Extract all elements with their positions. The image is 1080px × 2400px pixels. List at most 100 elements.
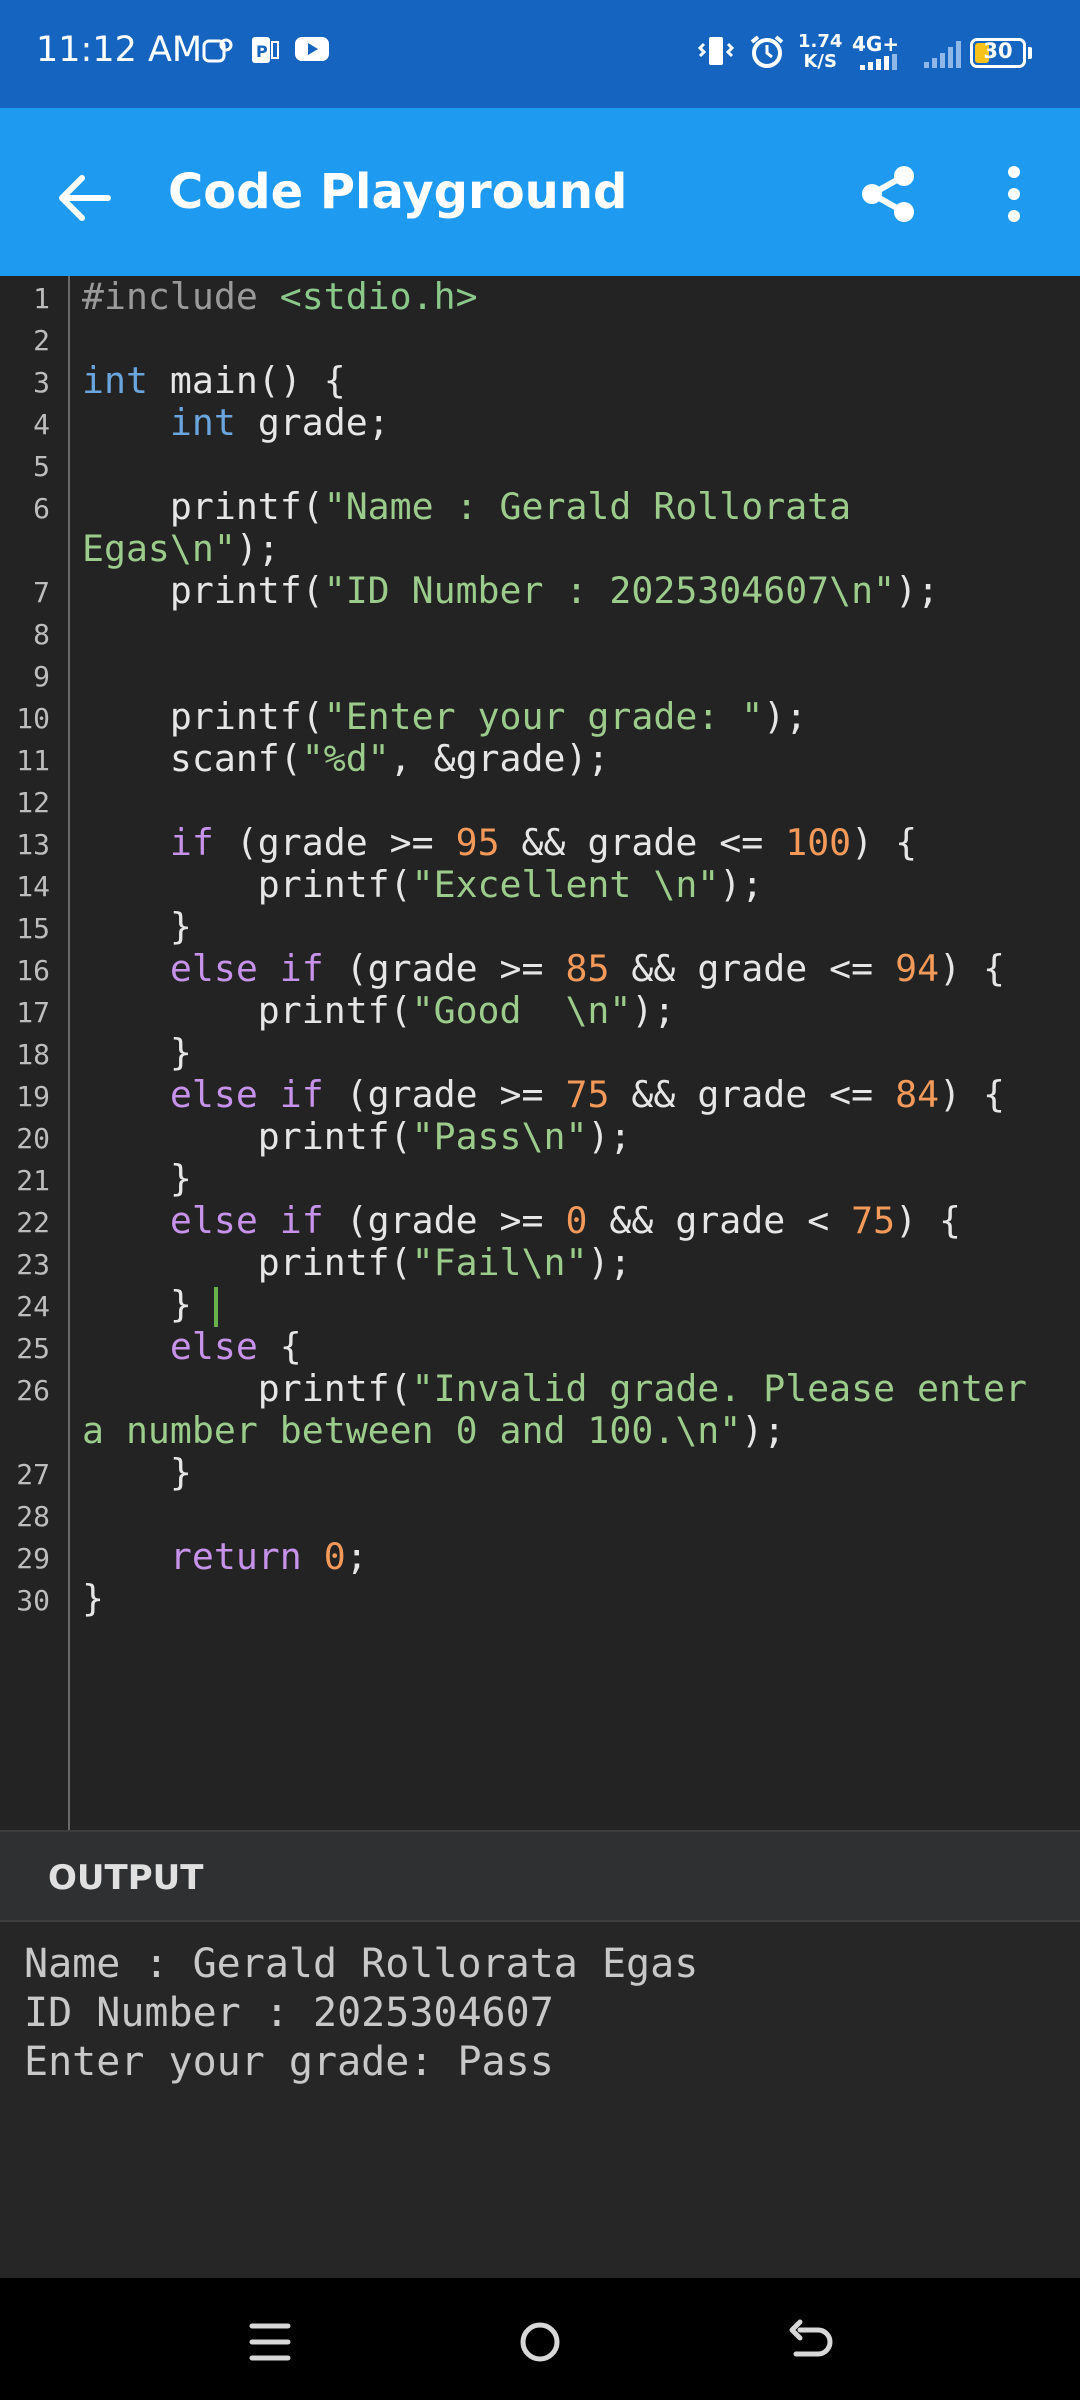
code-token: if xyxy=(169,821,214,864)
code-line: printf("Fail\n"); xyxy=(82,1241,632,1284)
line-number: 26 xyxy=(16,1374,50,1407)
code-token: } xyxy=(82,1283,214,1326)
code-token: a number between 0 and 100.\n" xyxy=(82,1409,742,1452)
code-token: } xyxy=(82,1157,192,1200)
code-line: scanf("%d", &grade); xyxy=(82,737,610,780)
code-token: printf( xyxy=(82,989,412,1032)
battery-tip xyxy=(1028,47,1032,59)
code-line: printf("Good \n"); xyxy=(82,989,676,1032)
line-number: 5 xyxy=(33,450,50,483)
code-token: ) { xyxy=(939,947,1005,990)
code-token: } xyxy=(82,1031,192,1074)
line-number: 4 xyxy=(33,408,50,441)
status-bar: 11:12 AM P 1.74 K/S 4G+ 30 xyxy=(0,0,1080,108)
share-icon[interactable] xyxy=(852,158,924,230)
output-line: Name : Gerald Rollorata Egas xyxy=(24,1941,699,1987)
code-token: ); xyxy=(587,1241,632,1284)
back-arrow-icon[interactable] xyxy=(48,162,120,234)
code-line: else if (grade >= 0 && grade < 75) { xyxy=(82,1200,961,1242)
line-number: 24 xyxy=(16,1290,50,1323)
code-token: "Pass\n" xyxy=(411,1115,588,1158)
home-icon[interactable] xyxy=(500,2302,580,2382)
line-number: 7 xyxy=(33,576,50,609)
code-token: ); xyxy=(741,1409,786,1452)
code-token: printf( xyxy=(82,569,324,612)
code-line: printf("Enter your grade: "); xyxy=(82,696,807,738)
code-line: else { xyxy=(82,1326,302,1368)
line-number: 19 xyxy=(16,1080,50,1113)
code-token: ); xyxy=(719,863,764,906)
line-number: 28 xyxy=(16,1500,50,1533)
powerpoint-icon: P xyxy=(252,37,279,63)
code-token: ); xyxy=(631,989,676,1032)
code-token: } xyxy=(82,1577,104,1620)
status-network: 4G+ xyxy=(852,32,900,56)
code-line: int grade; xyxy=(82,402,390,444)
code-token: printf( xyxy=(82,863,412,906)
code-line: } xyxy=(82,1284,218,1327)
battery-percent: 30 xyxy=(983,39,1013,63)
code-token: (grade >= xyxy=(213,821,456,864)
code-token: (grade >= xyxy=(323,947,566,990)
line-number: 14 xyxy=(16,870,50,903)
code-token: "%d" xyxy=(301,737,390,780)
code-token: { xyxy=(257,1325,302,1368)
output-label: OUTPUT xyxy=(48,1858,204,1898)
line-number: 30 xyxy=(16,1584,50,1617)
line-number: 8 xyxy=(33,618,50,651)
output-line: Enter your grade: Pass xyxy=(24,2039,554,2085)
code-line: Egas\n"); xyxy=(82,528,280,570)
code-line: #include <stdio.h> xyxy=(82,276,478,318)
code-token: } xyxy=(82,1451,192,1494)
code-line: printf("Pass\n"); xyxy=(82,1115,632,1158)
svg-text:P: P xyxy=(256,42,268,61)
code-token: else if xyxy=(169,1199,324,1242)
code-token: printf( xyxy=(82,695,324,738)
code-token: "ID Number : 2025304607\n" xyxy=(323,569,896,612)
code-token: ); xyxy=(235,527,280,570)
line-number: 25 xyxy=(16,1332,50,1365)
code-token: <stdio.h> xyxy=(257,275,478,318)
code-token: grade; xyxy=(235,401,390,444)
line-number: 22 xyxy=(16,1206,50,1239)
output-panel: OUTPUT Name : Gerald Rollorata Egas ID N… xyxy=(0,1830,1080,2278)
code-token: } xyxy=(82,905,192,948)
code-editor[interactable]: 1 2 3 4 5 6 7 8 9 10 11 12 13 14 15 16 1… xyxy=(0,276,1080,1830)
teams-icon xyxy=(202,38,233,63)
code-token: "Excellent \n" xyxy=(411,863,720,906)
code-token: ) { xyxy=(939,1073,1005,1116)
code-token: 94 xyxy=(895,947,940,990)
code-line: printf("ID Number : 2025304607\n"); xyxy=(82,570,939,612)
code-token: "Fail\n" xyxy=(411,1241,588,1284)
signal-icon xyxy=(860,54,897,70)
code-line: } xyxy=(82,1032,192,1074)
code-token: main() { xyxy=(147,359,346,402)
code-token: printf( xyxy=(82,485,324,528)
more-vert-icon[interactable] xyxy=(990,158,1038,230)
code-token: "Good \n" xyxy=(411,989,632,1032)
navigation-bar xyxy=(0,2278,1080,2400)
code-token: ); xyxy=(895,569,940,612)
code-token: #include xyxy=(82,275,258,318)
back-icon[interactable] xyxy=(770,2302,850,2382)
code-line: return 0; xyxy=(82,1536,368,1578)
output-line: ID Number : 2025304607 xyxy=(24,1990,554,2036)
code-token: 0 xyxy=(323,1535,346,1578)
code-token: 85 xyxy=(565,947,610,990)
code-token: (grade >= xyxy=(323,1199,566,1242)
gutter-divider xyxy=(68,276,70,1830)
menu-icon[interactable] xyxy=(230,2302,310,2382)
line-number: 18 xyxy=(16,1038,50,1071)
code-token: 100 xyxy=(785,821,852,864)
text-cursor xyxy=(213,1286,218,1327)
output-header[interactable]: OUTPUT xyxy=(0,1830,1080,1922)
code-token: int xyxy=(169,401,236,444)
code-token: && grade < xyxy=(587,1199,852,1242)
code-token: ) { xyxy=(895,1199,962,1242)
code-token: 0 xyxy=(565,1199,588,1242)
